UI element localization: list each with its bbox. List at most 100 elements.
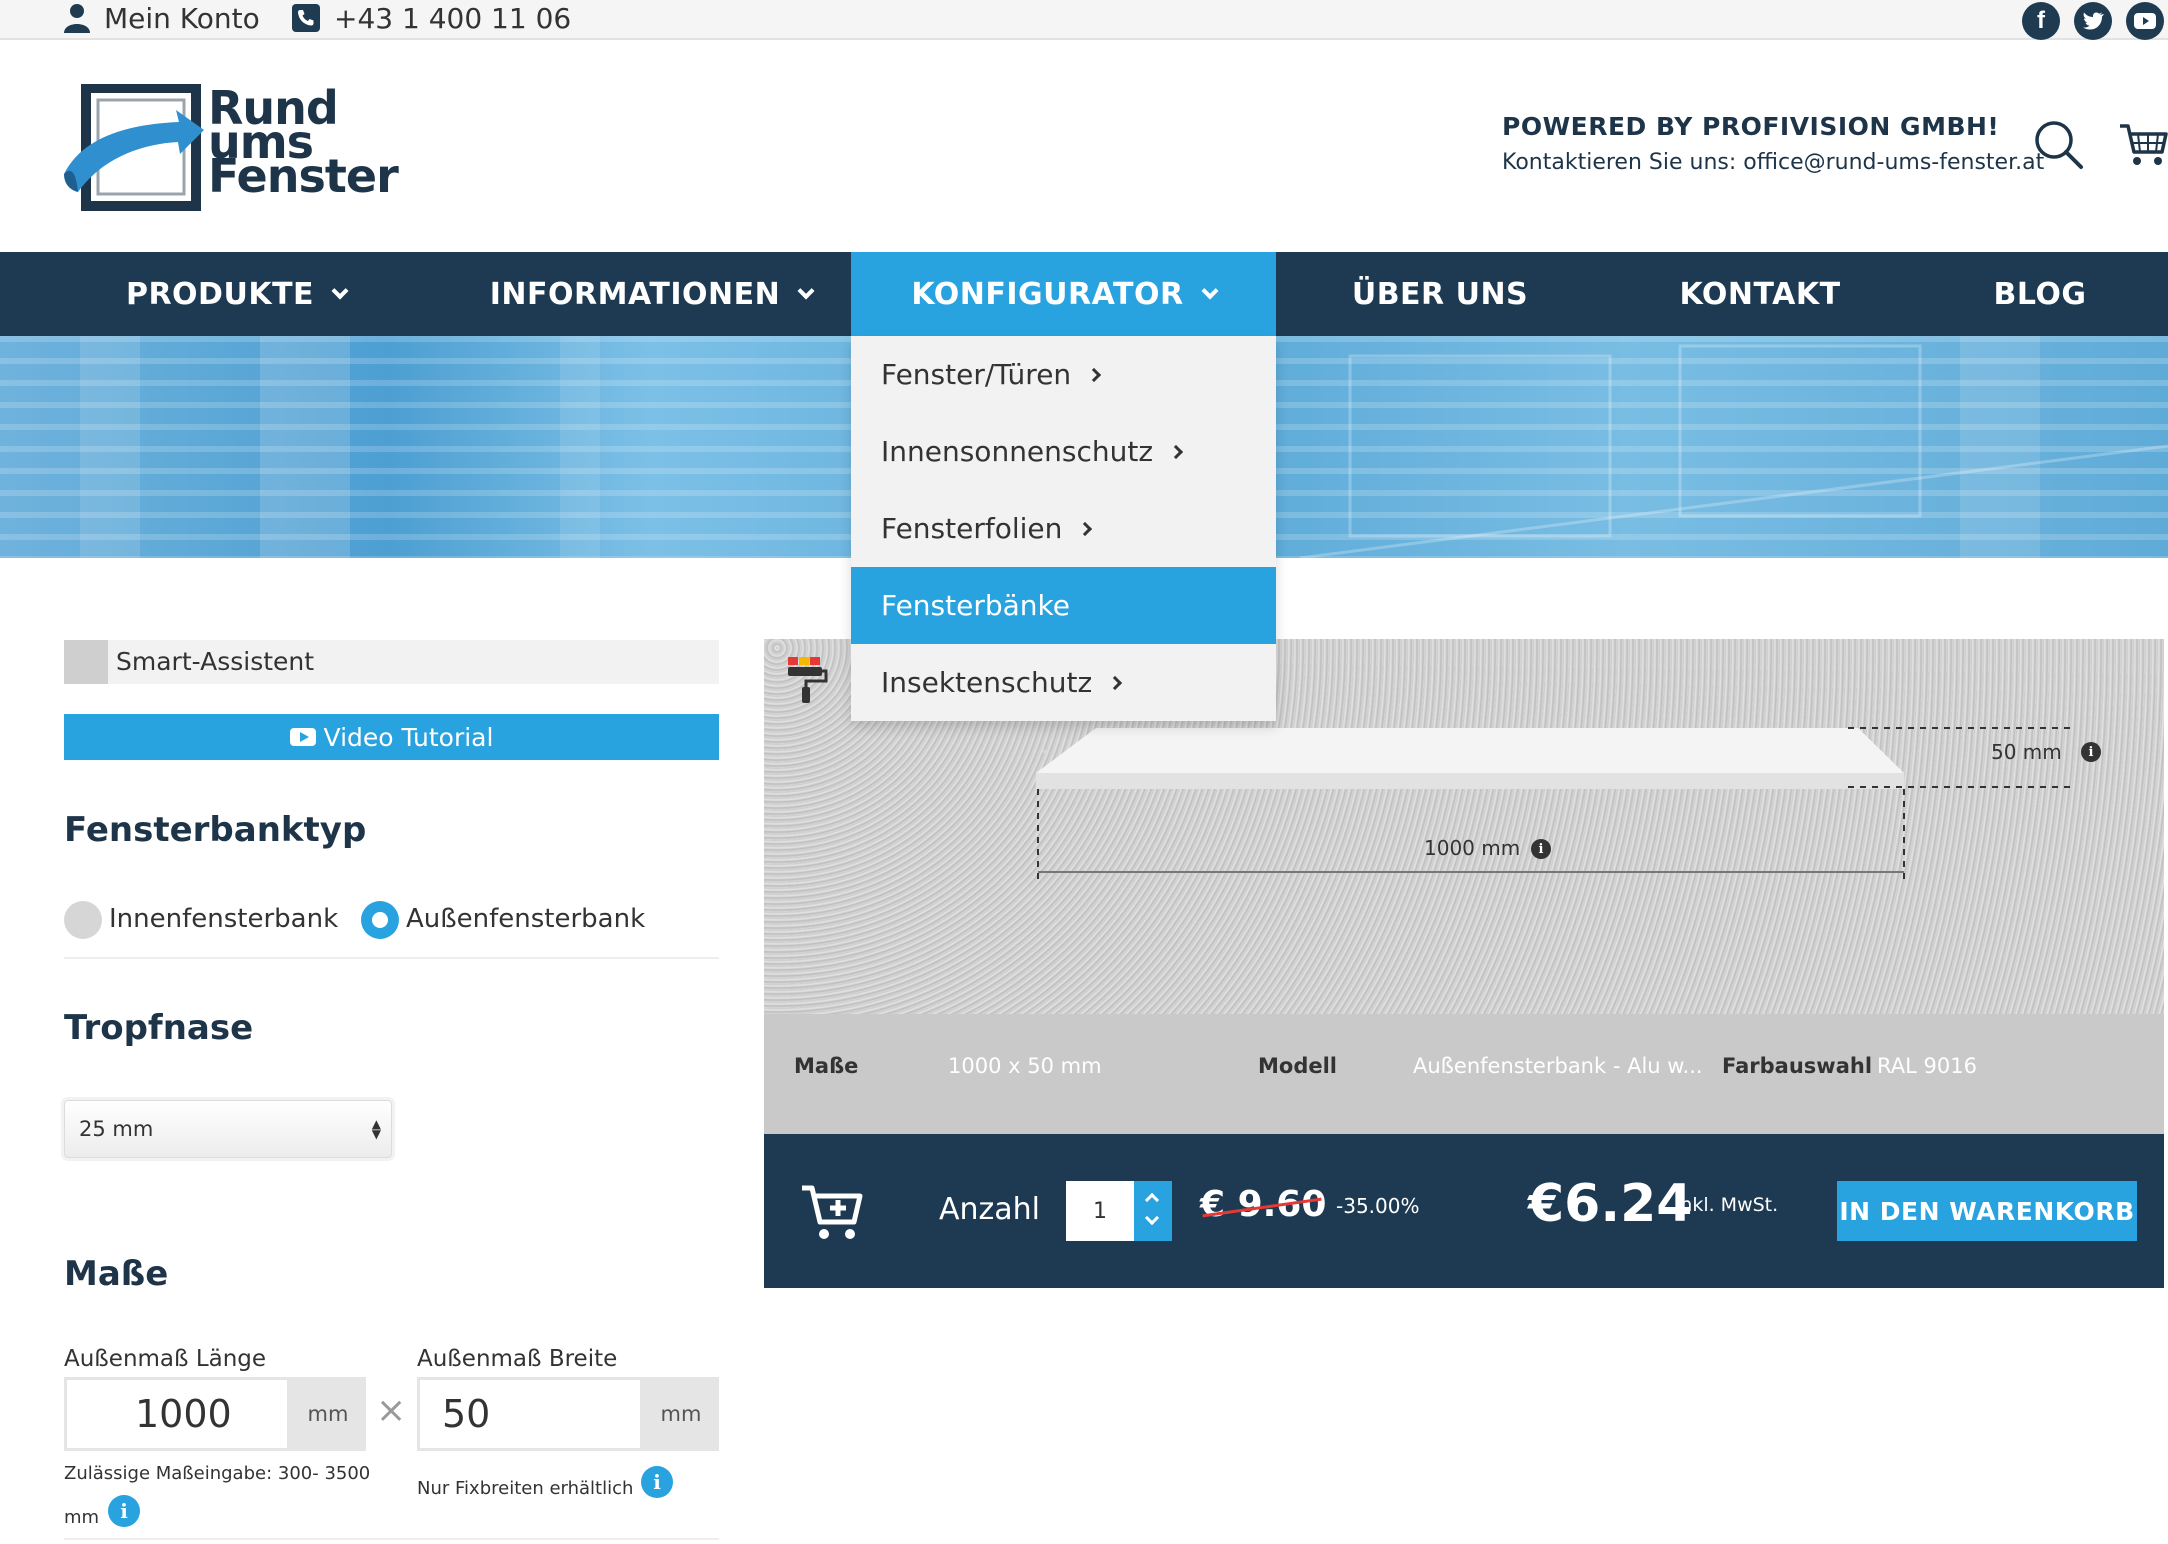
radio-label-innenfensterbank: Innenfensterbank: [109, 904, 339, 934]
dropdown-label: Innensonnenschutz: [881, 435, 1154, 468]
section-heading-type: Fensterbanktyp: [64, 810, 367, 850]
current-price: €6.24: [1528, 1174, 1693, 1234]
account-link[interactable]: Mein Konto: [64, 0, 260, 36]
width-input[interactable]: 50: [417, 1377, 643, 1451]
chevron-down-icon: [331, 282, 349, 300]
chevron-right-icon: [1078, 521, 1093, 536]
chevron-down-icon: [797, 282, 815, 300]
quantity-input[interactable]: 1: [1066, 1181, 1134, 1241]
length-unit: mm: [290, 1377, 366, 1451]
dropdown-label: Fenster/Türen: [881, 358, 1072, 391]
chevron-right-icon: [1108, 675, 1123, 690]
phone-link[interactable]: +43 1 400 11 06: [292, 0, 571, 36]
add-cart-icon: [802, 1185, 863, 1239]
width-hint: Nur Fixbreiten erhältlich: [417, 1478, 634, 1499]
spec-summary: Maße 1000 x 50 mm Modell Außenfensterban…: [764, 1014, 2164, 1134]
discount-badge: -35.00%: [1336, 1194, 1420, 1218]
quantity-stepper[interactable]: [1134, 1181, 1172, 1241]
section-heading-dims: Maße: [64, 1254, 169, 1294]
times-icon: ×: [376, 1390, 407, 1431]
nav-label: KONFIGURATOR: [911, 276, 1184, 312]
radio-innenfensterbank[interactable]: [64, 901, 102, 939]
spec-color-value: RAL 9016: [1877, 1054, 1977, 1078]
dropdown-label: Fensterbänke: [881, 589, 1070, 622]
length-info-icon[interactable]: i: [108, 1495, 140, 1527]
smart-assistant-label: Smart-Assistent: [116, 647, 315, 676]
radio-aussenfensterbank[interactable]: [361, 901, 399, 939]
youtube-icon[interactable]: [2126, 2, 2164, 40]
spec-color-key: Farbauswahl: [1722, 1054, 1873, 1078]
divider: [64, 1538, 719, 1540]
depth-info-icon[interactable]: i: [2081, 742, 2101, 762]
drip-select-value: 25 mm: [79, 1117, 154, 1141]
youtube-icon: [289, 728, 316, 746]
length-hint: Zulässige Maßeingabe: 300- 3500: [64, 1463, 371, 1484]
length-hint-unit: mm: [64, 1507, 100, 1528]
nav-item-produkte[interactable]: PRODUKTE: [106, 252, 366, 336]
user-icon: [64, 4, 90, 33]
chevron-right-icon: [1168, 444, 1184, 459]
nav-label: ÜBER UNS: [1351, 276, 1529, 312]
width-label: Außenmaß Breite: [417, 1346, 618, 1372]
nav-item-ueber-uns[interactable]: ÜBER UNS: [1340, 252, 1540, 336]
buy-bar: Anzahl 1 € 9.60 -35.00% €6.24 inkl. MwSt…: [764, 1134, 2164, 1288]
dropdown-label: Insektenschutz: [881, 666, 1093, 699]
top-bar: Mein Konto +43 1 400 11 06 f: [0, 0, 2168, 40]
main-nav: PRODUKTE INFORMATIONEN KONFIGURATOR ÜBER…: [0, 252, 2168, 336]
smart-assistant-toggle[interactable]: Smart-Assistent: [64, 640, 719, 684]
search-icon[interactable]: [2034, 120, 2084, 170]
twitter-icon[interactable]: [2074, 2, 2112, 40]
divider: [64, 957, 719, 959]
nav-label: PRODUKTE: [125, 276, 315, 312]
old-price: € 9.60: [1200, 1184, 1327, 1225]
dropdown-item-fenster-tueren[interactable]: Fenster/Türen: [851, 336, 1276, 413]
drip-select[interactable]: 25 mm ▲ ▼: [64, 1100, 392, 1158]
section-heading-drip: Tropfnase: [64, 1008, 254, 1048]
quantity-label: Anzahl: [939, 1192, 1041, 1227]
chevron-up-icon[interactable]: [1144, 1192, 1160, 1208]
length-dimension-label: 1000 mm: [1424, 836, 1521, 860]
nav-label: INFORMATIONEN: [489, 276, 781, 312]
width-info-icon[interactable]: i: [641, 1466, 673, 1498]
cart-icon[interactable]: [2118, 122, 2168, 168]
konfigurator-dropdown: Fenster/Türen Innensonnenschutz Fensterf…: [851, 336, 1276, 721]
facebook-icon[interactable]: f: [2022, 2, 2060, 40]
dropdown-item-insektenschutz[interactable]: Insektenschutz: [851, 644, 1276, 721]
smart-assistant-checkbox[interactable]: [64, 640, 108, 684]
add-to-cart-button[interactable]: IN DEN WARENKORB: [1837, 1181, 2137, 1241]
logo-wordmark: Rund ums Fenster: [208, 85, 399, 203]
vat-note: inkl. MwSt.: [1675, 1194, 1779, 1216]
nav-item-kontakt[interactable]: KONTAKT: [1660, 252, 1860, 336]
nav-label: BLOG: [1993, 276, 2087, 312]
logo-line-3: Fenster: [208, 149, 399, 203]
phone-icon: [292, 4, 320, 32]
dropdown-item-fensterfolien[interactable]: Fensterfolien: [851, 490, 1276, 567]
nav-item-blog[interactable]: BLOG: [1960, 252, 2120, 336]
account-label: Mein Konto: [104, 1, 260, 35]
chevron-down-icon[interactable]: [1144, 1210, 1160, 1226]
logo[interactable]: [64, 83, 214, 218]
contact-email[interactable]: Kontaktieren Sie uns: office@rund-ums-fe…: [1502, 150, 2044, 175]
length-label: Außenmaß Länge: [64, 1346, 267, 1372]
length-input[interactable]: 1000: [64, 1377, 290, 1451]
dropdown-item-innensonnenschutz[interactable]: Innensonnenschutz: [851, 413, 1276, 490]
dropdown-label: Fensterfolien: [881, 512, 1063, 545]
spec-model-key: Modell: [1258, 1054, 1337, 1078]
depth-dimension-label: 50 mm: [1991, 740, 2062, 764]
chevron-right-icon: [1087, 367, 1102, 382]
width-unit: mm: [643, 1377, 719, 1451]
nav-label: KONTAKT: [1679, 276, 1841, 312]
spec-model-value: Außenfensterbank - Alu w...: [1413, 1054, 1703, 1078]
select-arrows-icon: ▲ ▼: [371, 1117, 381, 1141]
spec-dims-value: 1000 x 50 mm: [948, 1054, 1102, 1078]
video-tutorial-button[interactable]: Video Tutorial: [64, 714, 719, 760]
nav-item-konfigurator[interactable]: KONFIGURATOR: [851, 252, 1276, 336]
dropdown-item-fensterbaenke[interactable]: Fensterbänke: [851, 567, 1276, 644]
nav-item-informationen[interactable]: INFORMATIONEN: [466, 252, 836, 336]
logo-mark: [64, 83, 204, 211]
spec-dims-key: Maße: [794, 1054, 859, 1078]
length-dim-info-icon[interactable]: i: [1531, 839, 1551, 859]
chevron-down-icon: [1201, 282, 1219, 300]
powered-by: POWERED BY PROFIVISION GMBH!: [1502, 112, 2000, 141]
phone-number: +43 1 400 11 06: [334, 1, 572, 35]
